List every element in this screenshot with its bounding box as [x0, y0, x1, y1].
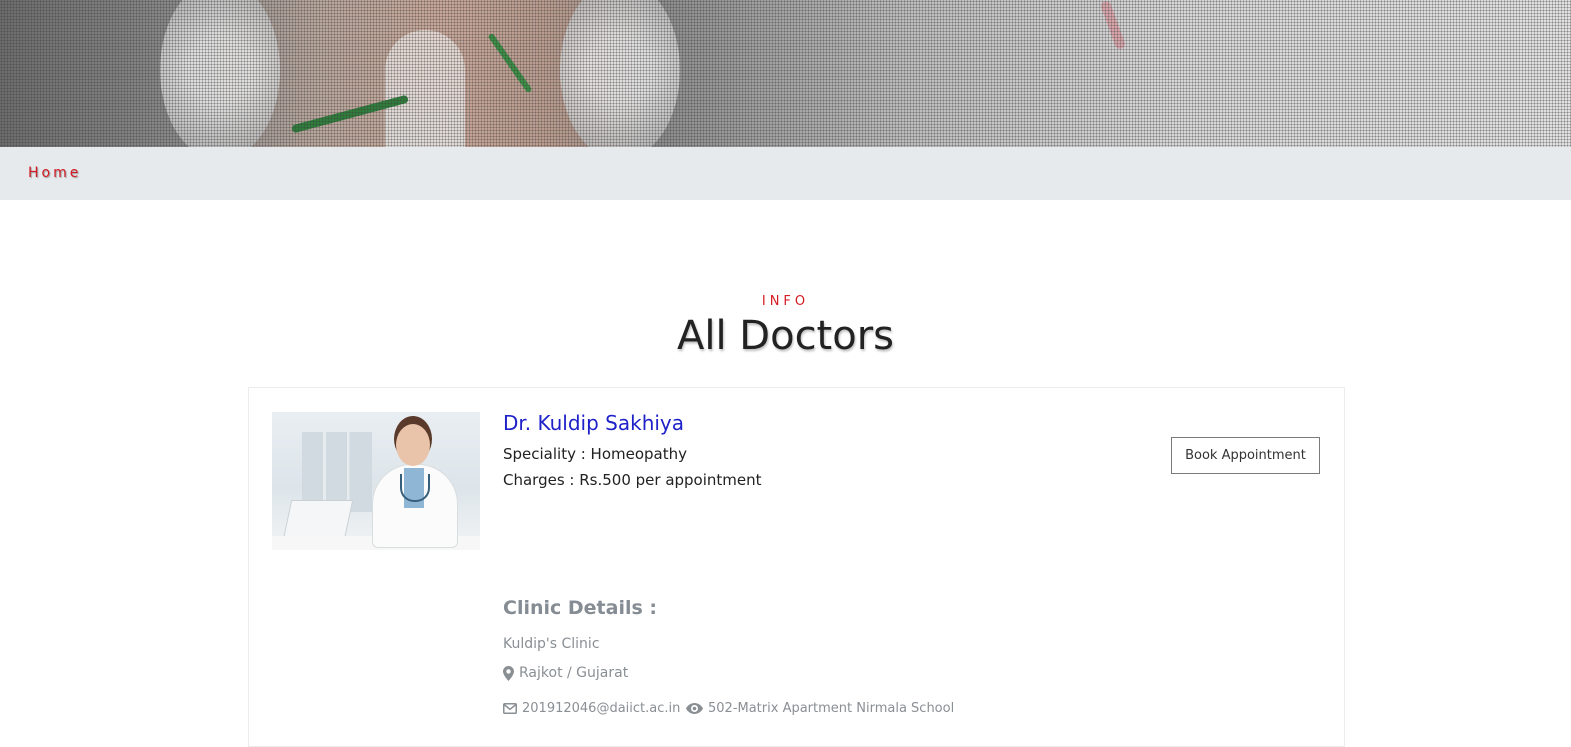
clinic-address: 502-Matrix Apartment Nirmala School	[686, 701, 954, 716]
doctor-charges: Charges : Rs.500 per appointment	[503, 471, 762, 489]
map-marker-icon	[503, 665, 514, 681]
page-title: All Doctors	[676, 313, 894, 359]
section-eyebrow: INFO	[761, 294, 810, 309]
clinic-name: Kuldip's Clinic	[503, 636, 600, 652]
doctor-speciality: Speciality : Homeopathy	[503, 445, 688, 463]
clinic-email: 201912046@daiict.ac.in	[503, 701, 680, 716]
breadcrumb	[0, 147, 1571, 200]
envelope-icon	[503, 703, 517, 714]
clinic-address-text: 502-Matrix Apartment Nirmala School	[708, 701, 955, 716]
hero-dot-overlay	[0, 0, 1571, 147]
breadcrumb-home-link[interactable]: Home	[28, 165, 81, 181]
clinic-details-heading: Clinic Details :	[503, 597, 657, 619]
book-appointment-button[interactable]: Book Appointment	[1171, 437, 1320, 474]
doctor-photo	[272, 412, 480, 550]
eye-icon	[686, 703, 703, 714]
doctor-name-link[interactable]: Dr. Kuldip Sakhiya	[503, 411, 684, 435]
clinic-email-text: 201912046@daiict.ac.in	[522, 701, 681, 716]
clinic-location: Rajkot / Gujarat	[503, 665, 628, 681]
clinic-location-text: Rajkot / Gujarat	[519, 665, 629, 681]
hero-banner-image	[0, 0, 1571, 147]
